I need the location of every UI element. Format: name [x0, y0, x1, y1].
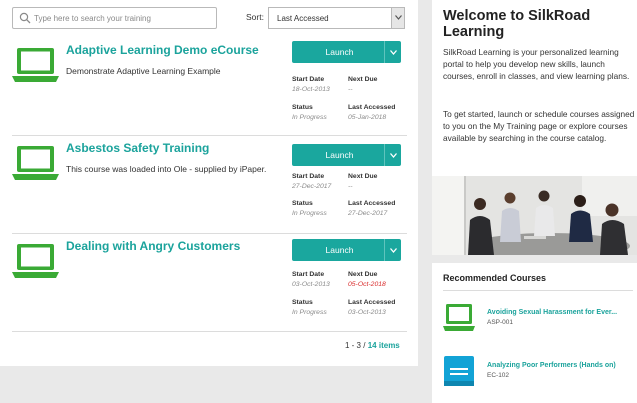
welcome-title: Welcome to SilkRoad Learning — [443, 8, 591, 40]
course-description: Demonstrate Adaptive Learning Example — [66, 66, 221, 76]
status: Status In Progress — [292, 104, 327, 121]
welcome-intro: SilkRoad Learning is your personalized l… — [443, 47, 630, 81]
next-due-label: Next Due — [348, 76, 378, 83]
search-icon — [19, 12, 31, 24]
status: Status In Progress — [292, 299, 327, 316]
laptop-icon — [12, 146, 59, 180]
book-icon — [444, 356, 474, 386]
status-value: In Progress — [292, 210, 327, 217]
recommended-heading: Recommended Courses — [443, 273, 547, 283]
start-date-label: Start Date — [292, 76, 325, 83]
status: Status In Progress — [292, 200, 327, 217]
recommended-code: EC-102 — [487, 372, 510, 379]
course-row: Asbestos Safety Training This course was… — [12, 136, 407, 234]
chevron-down-icon — [390, 248, 397, 253]
last-accessed-value: 03-Oct-2013 — [348, 309, 386, 316]
last-accessed-label: Last Accessed — [348, 299, 396, 306]
last-accessed-label: Last Accessed — [348, 200, 396, 207]
status-label: Status — [292, 200, 313, 207]
pagination-separator: / — [363, 341, 366, 350]
next-due-label: Next Due — [348, 271, 378, 278]
course-title[interactable]: Dealing with Angry Customers — [66, 239, 240, 253]
start-date-value: 18-Oct-2013 — [292, 86, 330, 93]
status-value: In Progress — [292, 309, 327, 316]
start-date: Start Date 18-Oct-2013 — [292, 76, 330, 93]
next-due-value: -- — [348, 86, 353, 93]
recommended-divider — [443, 290, 633, 291]
launch-options-toggle[interactable] — [384, 144, 401, 166]
chevron-down-icon — [390, 153, 397, 158]
pagination-range: 1 - 3 — [345, 341, 362, 350]
status-label: Status — [292, 104, 313, 111]
sort-dropdown-toggle[interactable] — [391, 8, 404, 28]
start-date-value: 27-Dec-2017 — [292, 183, 332, 190]
launch-label: Launch — [325, 245, 354, 255]
chevron-down-icon — [390, 50, 397, 55]
next-due-label: Next Due — [348, 173, 378, 180]
my-training-panel: Sort: Last Accessed Adaptive Learning De… — [0, 0, 418, 366]
welcome-photo — [432, 176, 637, 255]
recommended-code: ASP-001 — [487, 319, 514, 326]
launch-label: Launch — [325, 150, 354, 160]
launch-button[interactable]: Launch — [292, 144, 401, 166]
course-title[interactable]: Asbestos Safety Training — [66, 141, 209, 155]
start-date-label: Start Date — [292, 271, 325, 278]
search-input[interactable] — [34, 10, 214, 26]
recommended-title[interactable]: Avoiding Sexual Harassment for Ever... — [487, 309, 617, 316]
course-row: Dealing with Angry Customers Launch Star… — [12, 234, 407, 332]
next-due: Next Due -- — [348, 173, 377, 190]
start-date: Start Date 03-Oct-2013 — [292, 271, 330, 288]
pagination: 1 - 3 / 14 items — [345, 341, 400, 350]
last-accessed: Last Accessed 05-Jan-2018 — [348, 104, 395, 121]
pagination-total[interactable]: 14 — [368, 341, 377, 350]
last-accessed: Last Accessed 27-Dec-2017 — [348, 200, 395, 217]
sort-selected-value: Last Accessed — [277, 14, 329, 23]
course-title[interactable]: Adaptive Learning Demo eCourse — [66, 43, 259, 57]
last-accessed-value: 27-Dec-2017 — [348, 210, 388, 217]
launch-options-toggle[interactable] — [384, 41, 401, 63]
search-box[interactable] — [12, 7, 217, 29]
laptop-icon — [443, 304, 475, 331]
next-due: Next Due -- — [348, 76, 377, 93]
next-due-value: -- — [348, 183, 353, 190]
start-date: Start Date 27-Dec-2017 — [292, 173, 331, 190]
course-description: This course was loaded into Ole - suppli… — [66, 164, 267, 174]
course-row: Adaptive Learning Demo eCourse Demonstra… — [12, 38, 407, 136]
welcome-panel: Welcome to SilkRoad Learning SilkRoad Le… — [432, 0, 637, 255]
launch-label: Launch — [325, 47, 354, 57]
start-date-value: 03-Oct-2013 — [292, 281, 330, 288]
pagination-items-label[interactable]: items — [379, 341, 400, 350]
last-accessed: Last Accessed 03-Oct-2013 — [348, 299, 395, 316]
recommended-title[interactable]: Analyzing Poor Performers (Hands on) — [487, 362, 616, 369]
last-accessed-label: Last Accessed — [348, 104, 396, 111]
sort-label: Sort: — [246, 12, 264, 22]
last-accessed-value: 05-Jan-2018 — [348, 114, 387, 121]
welcome-instructions: To get started, launch or schedule cours… — [443, 109, 635, 143]
recommended-item[interactable]: Analyzing Poor Performers (Hands on) EC-… — [443, 356, 635, 396]
start-date-label: Start Date — [292, 173, 325, 180]
sort-select[interactable]: Last Accessed — [268, 7, 405, 29]
launch-button[interactable]: Launch — [292, 41, 401, 63]
laptop-icon — [12, 244, 59, 278]
status-label: Status — [292, 299, 313, 306]
laptop-icon — [12, 48, 59, 82]
launch-button[interactable]: Launch — [292, 239, 401, 261]
next-due: Next Due 05-Oct-2018 — [348, 271, 386, 288]
recommended-panel: Recommended Courses Avoiding Sexual Hara… — [432, 263, 637, 403]
chevron-down-icon — [395, 15, 402, 20]
recommended-item[interactable]: Avoiding Sexual Harassment for Ever... A… — [443, 303, 635, 343]
status-value: In Progress — [292, 114, 327, 121]
launch-options-toggle[interactable] — [384, 239, 401, 261]
next-due-value: 05-Oct-2018 — [348, 281, 386, 288]
